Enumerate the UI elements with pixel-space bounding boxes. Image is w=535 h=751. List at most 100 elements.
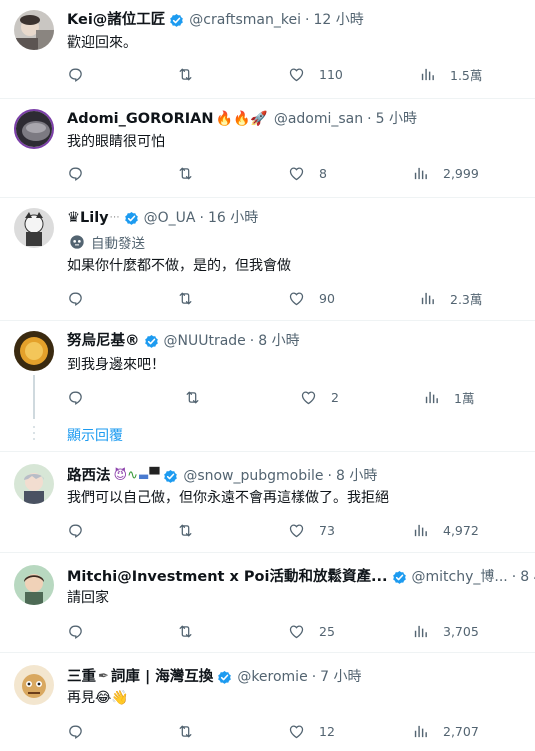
views-count: 2,999: [443, 165, 479, 181]
timestamp[interactable]: 16 小時: [208, 208, 258, 228]
like-button[interactable]: 8: [288, 163, 327, 183]
post-text: 到我身邊來吧！: [67, 357, 165, 373]
display-name[interactable]: Adomi_GORORIAN: [67, 109, 214, 129]
post-header: 努烏尼基® @NUUtrade · 8 小時: [67, 331, 300, 351]
views-button[interactable]: 1萬: [423, 387, 474, 407]
handle[interactable]: @NUUtrade: [164, 331, 246, 351]
display-name[interactable]: Mitchi@Investment x Poi活動和放鬆資產...: [67, 567, 388, 587]
post-header: ♛Lily ⋯ @O_UA · 16 小時: [67, 208, 258, 228]
reply-button[interactable]: [67, 64, 84, 84]
views-button[interactable]: 2,999: [412, 163, 479, 183]
post-lucifer[interactable]: 路西法 😈 ∿ ▬ ▀ @snow_pubgmobile · 8 小時 我們可以…: [0, 452, 535, 553]
reply-button[interactable]: [67, 621, 84, 641]
like-icon: [288, 522, 305, 539]
reply-button[interactable]: [67, 163, 84, 183]
reply-icon: [67, 723, 84, 740]
repost-icon: [177, 290, 194, 307]
post-lily[interactable]: ♛Lily ⋯ @O_UA · 16 小時 自動發送 如果你什麼都不做，是的，但…: [0, 198, 535, 321]
handle[interactable]: @snow_pubgmobile: [183, 466, 323, 486]
post-text: 我們可以自己做，但你永遠不會再這樣做了。我拒絕: [67, 490, 389, 506]
avatar[interactable]: [14, 331, 54, 371]
like-icon: [288, 723, 305, 740]
views-button[interactable]: 2.3萬: [419, 288, 482, 308]
like-icon: [288, 623, 305, 640]
display-name[interactable]: 努烏尼基®: [67, 331, 140, 351]
views-button[interactable]: 4,972: [412, 520, 479, 540]
repost-button[interactable]: [184, 387, 201, 407]
views-button[interactable]: 3,705: [412, 621, 479, 641]
like-button[interactable]: 73: [288, 520, 335, 540]
handle[interactable]: @adomi_san: [274, 109, 363, 129]
avatar[interactable]: [14, 464, 54, 504]
reply-icon: [67, 389, 84, 406]
display-name[interactable]: 路西法: [67, 466, 111, 486]
show-replies-link[interactable]: 顯示回覆: [67, 425, 123, 445]
timestamp[interactable]: 12 小時: [313, 10, 363, 30]
post-kei[interactable]: Kei@諸位工匠 @craftsman_kei · 12 小時 歡迎回來。 11…: [0, 0, 535, 99]
like-count: 25: [319, 623, 335, 639]
repost-icon: [177, 723, 194, 740]
avatar[interactable]: [14, 208, 54, 248]
post-nuutrade[interactable]: 努烏尼基® @NUUtrade · 8 小時 到我身邊來吧！ 2 1萬 顯示回覆: [0, 321, 535, 452]
timestamp[interactable]: 8 小: [520, 567, 535, 587]
reply-button[interactable]: [67, 288, 84, 308]
avatar[interactable]: [14, 10, 54, 50]
separator-dot: ·: [305, 12, 310, 28]
action-bar: 12 2,707: [67, 721, 522, 741]
views-button[interactable]: 2,707: [412, 721, 479, 741]
avatar[interactable]: [14, 109, 54, 149]
verified-badge-icon: [123, 210, 140, 227]
like-button[interactable]: 2: [300, 387, 339, 407]
separator-dot: ·: [367, 111, 372, 127]
post-text: 我的眼睛很可怕: [67, 134, 165, 150]
action-bar: 8 2,999: [67, 163, 522, 183]
separator-dot: ·: [249, 333, 255, 349]
verified-badge-icon: [162, 468, 179, 485]
display-name[interactable]: 三重: [67, 667, 96, 687]
reply-icon: [67, 165, 84, 182]
repost-button[interactable]: [177, 163, 194, 183]
like-count: 73: [319, 522, 335, 538]
post-text: 歡迎回來。: [67, 35, 137, 51]
action-bar: 110 1.5萬: [67, 64, 522, 84]
like-icon: [288, 165, 305, 182]
repost-icon: [177, 66, 194, 83]
like-button[interactable]: 110: [288, 64, 343, 84]
thread-line: [33, 375, 35, 419]
separator-dot: ·: [311, 669, 317, 685]
display-name[interactable]: Kei@諸位工匠: [67, 10, 165, 30]
display-name-suffix[interactable]: 詞庫 | 海灣互換: [111, 667, 213, 687]
like-button[interactable]: 90: [288, 288, 335, 308]
avatar[interactable]: [14, 665, 54, 705]
like-button[interactable]: 12: [288, 721, 335, 741]
repost-button[interactable]: [177, 721, 194, 741]
reply-icon: [67, 522, 84, 539]
reply-button[interactable]: [67, 721, 84, 741]
display-name[interactable]: ♛Lily: [67, 208, 109, 228]
repost-icon: [177, 522, 194, 539]
post-adomi[interactable]: Adomi_GORORIAN 🔥🔥🚀 @adomi_san · 5 小時 我的眼…: [0, 99, 535, 198]
handle[interactable]: @mitchy_博...: [412, 567, 508, 587]
reply-button[interactable]: [67, 387, 84, 407]
timestamp[interactable]: 7 小時: [320, 667, 361, 687]
views-icon: [412, 522, 429, 539]
post-keromie[interactable]: 三重 ✒ 詞庫 | 海灣互換 @keromie · 7 小時 再見😂👋 12 2…: [0, 653, 535, 751]
repost-button[interactable]: [177, 520, 194, 540]
action-bar: 73 4,972: [67, 520, 522, 540]
bot-icon: [70, 235, 84, 249]
handle[interactable]: @O_UA: [144, 208, 196, 228]
views-button[interactable]: 1.5萬: [419, 64, 482, 84]
avatar[interactable]: [14, 565, 54, 605]
repost-button[interactable]: [177, 621, 194, 641]
timestamp[interactable]: 5 小時: [376, 109, 417, 129]
post-mitchi[interactable]: Mitchi@Investment x Poi活動和放鬆資產... @mitch…: [0, 553, 535, 653]
handle[interactable]: @craftsman_kei: [189, 10, 301, 30]
repost-button[interactable]: [177, 288, 194, 308]
timestamp[interactable]: 8 小時: [258, 331, 299, 351]
reply-button[interactable]: [67, 520, 84, 540]
repost-button[interactable]: [177, 64, 194, 84]
handle[interactable]: @keromie: [237, 667, 307, 687]
post-text: 再見😂👋: [67, 688, 129, 708]
like-button[interactable]: 25: [288, 621, 335, 641]
timestamp[interactable]: 8 小時: [336, 466, 377, 486]
